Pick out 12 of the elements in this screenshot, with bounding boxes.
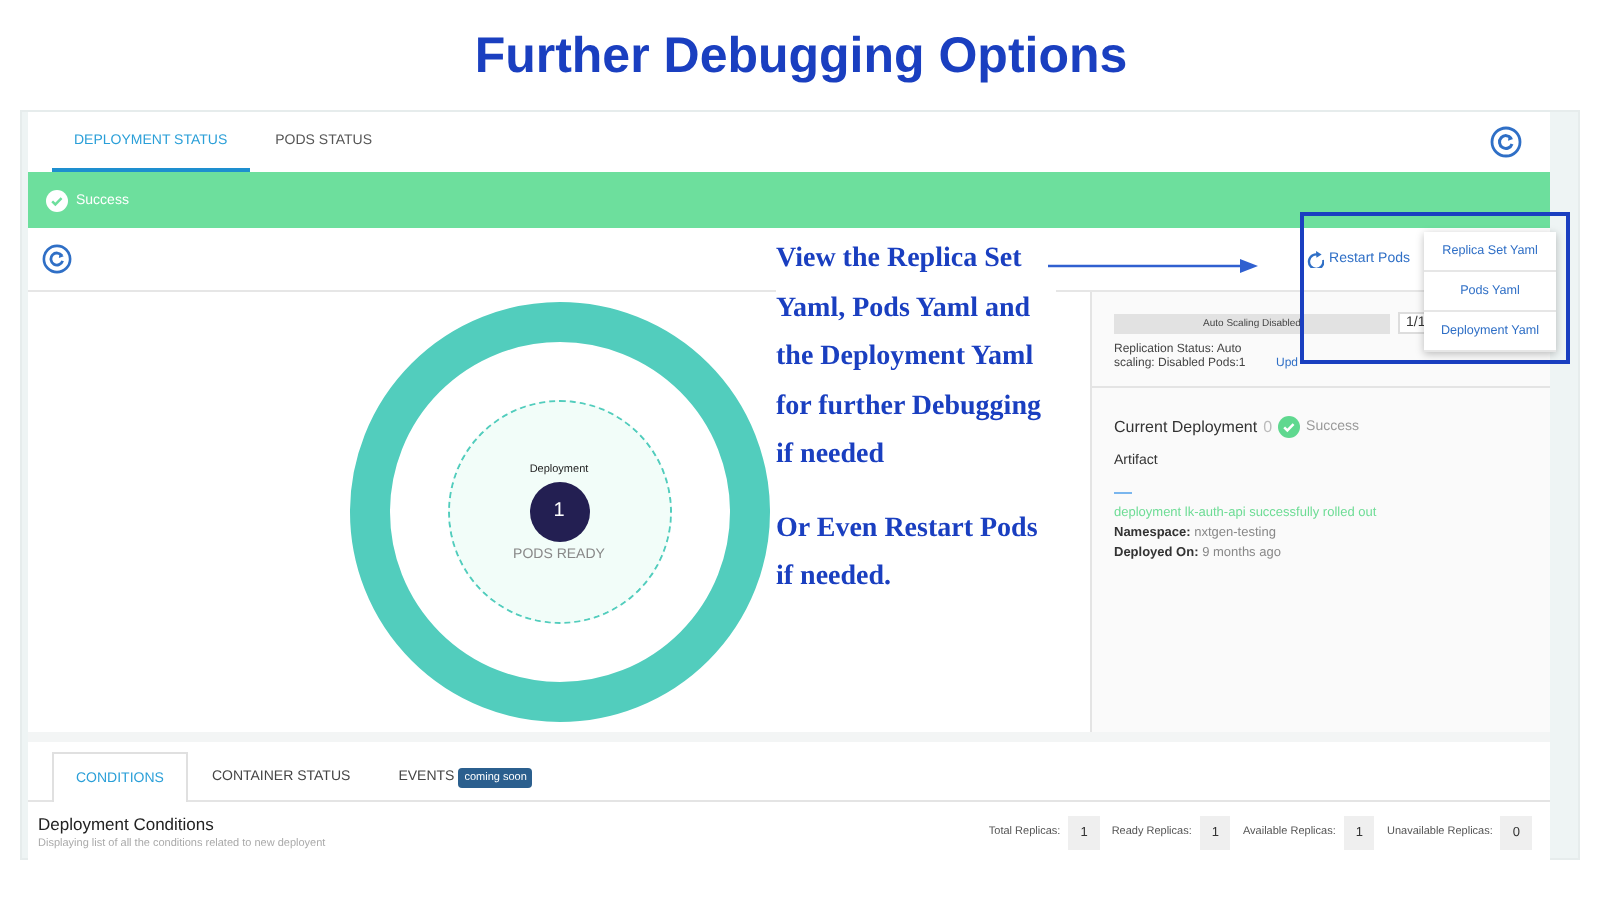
restart-icon — [1305, 250, 1324, 268]
section-title: Deployment Conditions — [38, 814, 216, 834]
check-icon — [1278, 416, 1301, 438]
annotation-text: View the Replica Set Yaml, Pods Yaml and the Deployment Yaml for further Debugging if needed — [776, 242, 1043, 474]
current-deployment-title: Current Deployment — [1114, 418, 1258, 436]
refresh-icon[interactable] — [1490, 126, 1522, 158]
check-icon — [46, 189, 68, 211]
slide-title: Further Debugging Options — [474, 28, 1128, 86]
info-mark: 0 — [1263, 418, 1273, 436]
pods-count: 1 — [529, 481, 589, 541]
refresh-icon[interactable] — [42, 244, 72, 274]
annotation-text: Or Even Restart Pods if needed. — [776, 511, 1040, 596]
